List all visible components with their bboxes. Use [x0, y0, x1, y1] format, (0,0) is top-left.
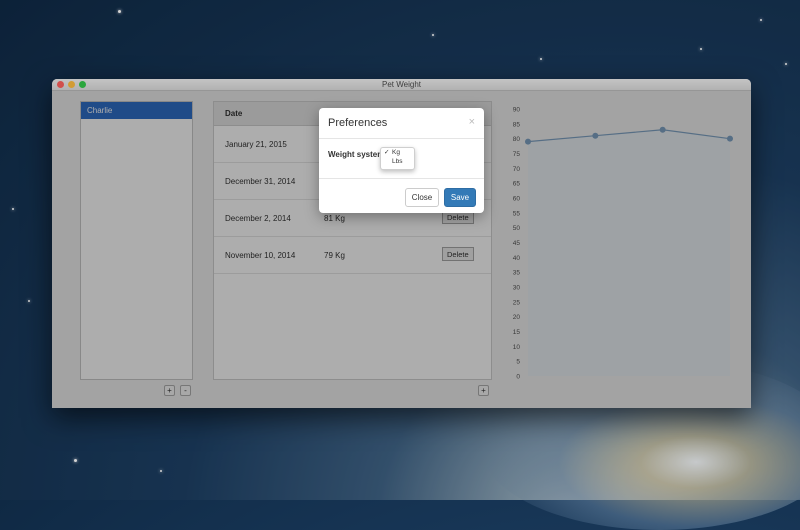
weight-system-dropdown[interactable]: ✓ Kg Lbs [380, 147, 415, 170]
y-tick-label: 50 [513, 225, 521, 232]
option-label: Lbs [392, 158, 403, 165]
checkmark-icon: ✓ [384, 149, 390, 156]
weight-system-label: Weight system [328, 150, 385, 159]
y-tick-label: 45 [513, 240, 521, 247]
y-tick-label: 40 [513, 255, 521, 262]
wallpaper-star [785, 63, 787, 65]
y-tick-label: 80 [513, 136, 521, 143]
wallpaper-star [760, 19, 762, 21]
row-weight: 79 Kg [324, 251, 345, 260]
preferences-dialog: Preferences × Weight system ✓ Kg Lbs Clo… [319, 108, 484, 213]
title-bar[interactable]: Pet Weight [52, 79, 751, 91]
dialog-body: Weight system ✓ Kg Lbs [319, 139, 484, 179]
y-tick-label: 90 [513, 107, 521, 114]
delete-button[interactable]: Delete [442, 247, 474, 261]
y-tick-label: 75 [513, 151, 521, 158]
close-button[interactable]: Close [405, 188, 439, 207]
wallpaper-star [12, 208, 14, 210]
y-tick-label: 55 [513, 210, 521, 217]
pet-list-item[interactable]: Charlie [81, 102, 192, 119]
window-title: Pet Weight [382, 80, 421, 89]
wallpaper-star [118, 10, 121, 13]
row-weight: 81 Kg [324, 214, 345, 223]
option-lbs[interactable]: Lbs [381, 157, 414, 166]
y-tick-label: 70 [513, 166, 521, 173]
y-tick-label: 5 [516, 359, 520, 366]
row-date: December 31, 2014 [225, 177, 296, 186]
y-tick-label: 30 [513, 285, 521, 292]
close-icon[interactable]: × [469, 116, 475, 128]
y-tick-label: 10 [513, 344, 521, 351]
series-area [528, 129, 730, 376]
remove-pet-button[interactable]: - [180, 385, 191, 396]
wallpaper-star [540, 58, 542, 60]
table-row[interactable]: November 10, 2014 79 Kg Delete [214, 237, 491, 274]
row-date: December 2, 2014 [225, 214, 291, 223]
y-tick-label: 20 [513, 314, 521, 321]
y-tick-label: 25 [513, 299, 521, 306]
row-date: January 21, 2015 [225, 140, 287, 149]
option-label: Kg [392, 149, 400, 156]
option-kg[interactable]: ✓ Kg [381, 148, 414, 157]
data-point[interactable] [727, 135, 733, 142]
data-point[interactable] [659, 126, 666, 133]
dialog-header: Preferences × [319, 108, 484, 139]
wallpaper-star [700, 48, 702, 50]
y-tick-label: 0 [516, 374, 520, 381]
wallpaper-star [160, 470, 162, 472]
y-tick-label: 15 [513, 329, 521, 336]
save-button[interactable]: Save [444, 188, 476, 207]
row-date: November 10, 2014 [225, 251, 296, 260]
y-tick-label: 65 [513, 181, 521, 188]
y-tick-label: 85 [513, 121, 521, 128]
add-pet-button[interactable]: + [164, 385, 175, 396]
dialog-title: Preferences [328, 117, 388, 129]
data-point[interactable] [592, 132, 599, 139]
data-point[interactable] [525, 138, 531, 145]
add-entry-button[interactable]: + [478, 385, 489, 396]
wallpaper-star [28, 300, 30, 302]
wallpaper-star [74, 459, 77, 462]
pet-list[interactable]: Charlie [80, 101, 193, 380]
dialog-footer: Close Save [319, 179, 484, 214]
wallpaper-star [432, 34, 434, 36]
y-tick-label: 35 [513, 270, 521, 277]
weight-chart: 0 5 10 15 20 25 30 35 40 45 50 55 60 65 70 75 80 85 90 [513, 107, 733, 381]
y-tick-label: 60 [513, 196, 521, 203]
